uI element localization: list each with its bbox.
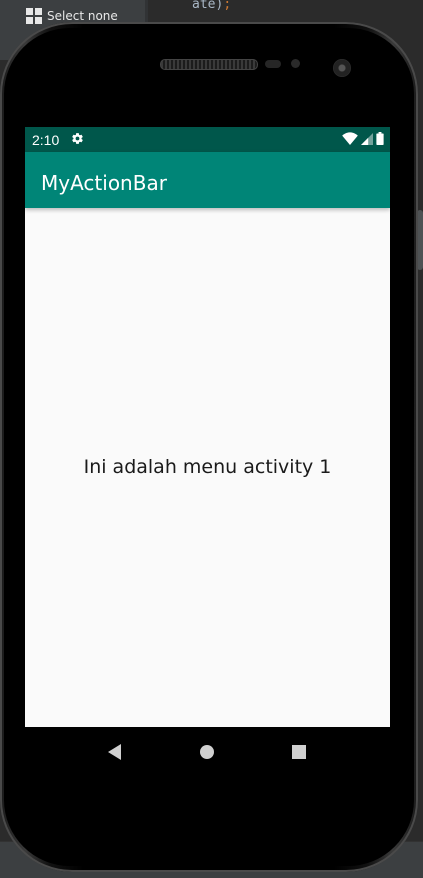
- status-bar: 2:10: [25, 127, 390, 152]
- code-semicolon: ;: [223, 0, 232, 12]
- proximity-sensor: [265, 60, 281, 68]
- app-title: MyActionBar: [41, 171, 167, 195]
- navigation-bar: [25, 727, 390, 777]
- back-icon[interactable]: [105, 742, 125, 762]
- status-time: 2:10: [32, 132, 60, 148]
- activity-message: Ini adalah menu activity 1: [83, 456, 332, 478]
- signal-icon: [361, 132, 373, 145]
- action-bar: MyActionBar: [25, 152, 390, 208]
- home-icon[interactable]: [197, 742, 217, 762]
- wifi-icon: [342, 132, 358, 145]
- earpiece-speaker: [160, 59, 258, 70]
- select-none-icon: [26, 8, 42, 24]
- front-camera: [333, 59, 351, 77]
- code-line: ate);: [192, 0, 231, 12]
- code-text: ate): [192, 0, 224, 12]
- emulator-window: Select none ate); 2:10 MyActionBar Ini a…: [0, 0, 423, 878]
- device-screen: 2:10 MyActionBar Ini adalah menu activit…: [25, 127, 390, 777]
- gear-icon: [72, 133, 83, 144]
- recents-icon[interactable]: [289, 742, 309, 762]
- status-icons: [342, 132, 384, 145]
- select-none-label: Select none: [47, 9, 118, 23]
- light-sensor: [291, 59, 300, 68]
- battery-icon: [376, 132, 384, 145]
